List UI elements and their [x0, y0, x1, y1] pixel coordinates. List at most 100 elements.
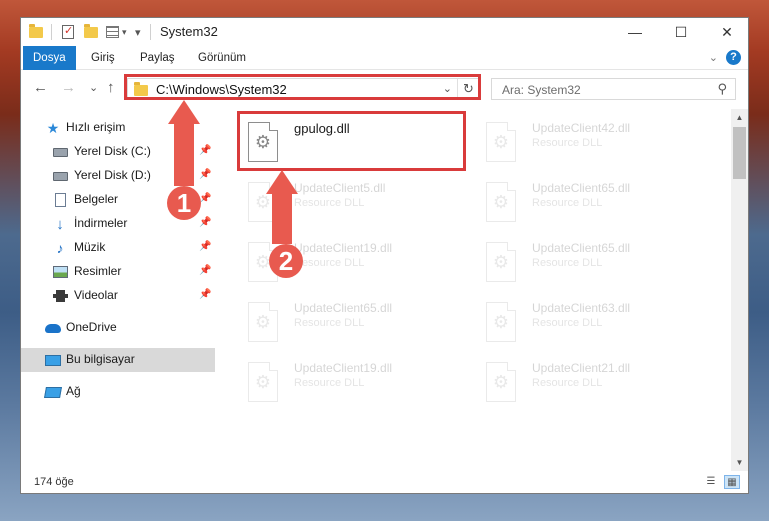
file-item[interactable]: ⚙ UpdateClient65.dll Resource DLL — [477, 173, 707, 229]
customize-toolbar-icon[interactable]: ▾ — [135, 23, 141, 41]
new-folder-icon[interactable] — [84, 23, 98, 41]
arrow-shaft — [272, 192, 292, 244]
status-bar: 174 öğe ☰ ▦ — [21, 471, 748, 493]
network-icon — [44, 384, 62, 400]
sidebar-item-pictures[interactable]: Resimler 📌 — [21, 260, 215, 284]
file-type: Resource DLL — [532, 317, 603, 329]
file-type: Resource DLL — [294, 197, 365, 209]
file-type: Resource DLL — [532, 197, 603, 209]
up-button[interactable]: ↑ — [107, 79, 115, 96]
sidebar-item-this-pc[interactable]: Bu bilgisayar — [21, 348, 215, 372]
sidebar-item-label: OneDrive — [66, 320, 117, 334]
address-highlight-box — [124, 74, 481, 100]
dll-file-icon: ⚙ — [486, 242, 516, 282]
pin-icon[interactable]: 📌 — [199, 265, 211, 276]
pictures-icon — [52, 264, 68, 280]
dll-file-icon: ⚙ — [248, 302, 278, 342]
pin-icon[interactable]: 📌 — [199, 145, 211, 156]
onedrive-icon — [45, 320, 61, 336]
arrow-up-icon — [266, 170, 298, 194]
recent-locations-button[interactable]: ⌄ — [89, 81, 98, 94]
drive-icon — [52, 168, 68, 184]
star-icon: ★ — [46, 119, 60, 136]
sidebar-item-label: İndirmeler — [74, 216, 128, 230]
file-item[interactable]: ⚙ UpdateClient19.dll Resource DLL — [239, 353, 469, 409]
large-icons-view-icon[interactable]: ▦ — [724, 475, 740, 489]
pin-icon[interactable]: 📌 — [199, 169, 211, 180]
drive-icon — [52, 144, 68, 160]
pin-icon[interactable]: 📌 — [199, 241, 211, 252]
file-item[interactable]: ⚙ UpdateClient42.dll Resource DLL — [477, 113, 707, 169]
dll-file-icon: ⚙ — [486, 302, 516, 342]
file-type: Resource DLL — [532, 137, 603, 149]
vertical-scrollbar[interactable]: ▲ ▼ — [731, 109, 748, 471]
arrow-shaft — [174, 122, 194, 186]
pin-icon[interactable]: 📌 — [199, 217, 211, 228]
search-placeholder: Ara: System32 — [502, 83, 581, 97]
item-count: 174 öğe — [34, 476, 74, 488]
step-badge: 1 — [167, 186, 201, 220]
file-item[interactable]: ⚙ UpdateClient21.dll Resource DLL — [477, 353, 707, 409]
tab-paylas[interactable]: Paylaş — [130, 46, 185, 70]
help-icon[interactable]: ? — [726, 50, 741, 65]
details-view-icon[interactable]: ☰ — [703, 475, 719, 489]
title-bar: ▾ ▾ System32 — ☐ ✕ — [21, 18, 748, 46]
scroll-up-icon[interactable]: ▲ — [731, 109, 748, 126]
search-icon[interactable]: ⚲ — [717, 81, 727, 97]
file-item[interactable]: ⚙ UpdateClient63.dll Resource DLL — [477, 293, 707, 349]
tab-giris[interactable]: Giriş — [81, 46, 125, 70]
scrollbar-thumb[interactable] — [733, 127, 746, 179]
file-name: UpdateClient19.dll — [294, 241, 393, 255]
tab-dosya[interactable]: Dosya — [23, 46, 76, 70]
videos-icon — [52, 288, 68, 304]
sidebar-item-label: Yerel Disk (D:) — [74, 168, 151, 182]
file-type: Resource DLL — [294, 377, 365, 389]
view-options-icon[interactable] — [106, 23, 119, 41]
properties-icon[interactable] — [62, 23, 74, 41]
sidebar-item-label: Yerel Disk (C:) — [74, 144, 151, 158]
this-pc-icon — [45, 352, 61, 368]
step-badge: 2 — [269, 244, 303, 278]
search-input[interactable]: Ara: System32 ⚲ — [491, 78, 736, 100]
quick-access-folder-icon[interactable] — [29, 23, 43, 41]
file-name: UpdateClient19.dll — [294, 361, 393, 375]
sidebar-item-label: Ağ — [66, 384, 81, 398]
sidebar-item-label: Videolar — [74, 288, 118, 302]
dll-file-icon: ⚙ — [486, 182, 516, 222]
file-item[interactable]: ⚙ UpdateClient65.dll Resource DLL — [477, 233, 707, 289]
dll-file-icon: ⚙ — [486, 362, 516, 402]
sidebar-item-label: Hızlı erişim — [66, 120, 126, 134]
file-name: UpdateClient65.dll — [532, 181, 631, 195]
file-name: UpdateClient63.dll — [532, 301, 631, 315]
sidebar-item-label: Müzik — [74, 240, 106, 254]
sidebar-item-onedrive[interactable]: OneDrive — [21, 316, 215, 340]
file-name: UpdateClient65.dll — [294, 301, 393, 315]
ribbon-collapse-icon[interactable]: ⌄ — [709, 51, 718, 64]
sidebar-item-label: Bu bilgisayar — [66, 352, 135, 366]
file-item[interactable]: ⚙ UpdateClient65.dll Resource DLL — [239, 293, 469, 349]
maximize-button[interactable]: ☐ — [658, 18, 704, 46]
documents-icon — [52, 192, 68, 208]
sidebar-item-network[interactable]: Ağ — [21, 380, 215, 404]
file-type: Resource DLL — [532, 257, 603, 269]
tab-gorunum[interactable]: Görünüm — [188, 46, 256, 70]
pin-icon[interactable]: 📌 — [199, 289, 211, 300]
music-icon: ♪ — [56, 240, 64, 256]
back-button[interactable]: ← — [33, 79, 48, 96]
sidebar-item-music[interactable]: ♪ Müzik 📌 — [21, 236, 215, 260]
file-name: UpdateClient5.dll — [294, 181, 386, 195]
file-name: UpdateClient21.dll — [532, 361, 631, 375]
close-button[interactable]: ✕ — [704, 18, 748, 46]
toolbar-divider — [51, 24, 52, 40]
sidebar-item-videos[interactable]: Videolar 📌 — [21, 284, 215, 308]
file-highlight-box — [237, 111, 466, 171]
window-title: System32 — [160, 24, 218, 39]
sidebar-item-label: Belgeler — [74, 192, 119, 206]
forward-button[interactable]: → — [61, 79, 76, 96]
file-type: Resource DLL — [532, 377, 603, 389]
scroll-down-icon[interactable]: ▼ — [731, 454, 748, 471]
sidebar-item-label: Resimler — [74, 264, 122, 278]
toolbar-divider — [150, 24, 151, 40]
minimize-button[interactable]: — — [612, 18, 658, 46]
quick-access-dropdown-icon[interactable]: ▾ — [122, 23, 127, 41]
